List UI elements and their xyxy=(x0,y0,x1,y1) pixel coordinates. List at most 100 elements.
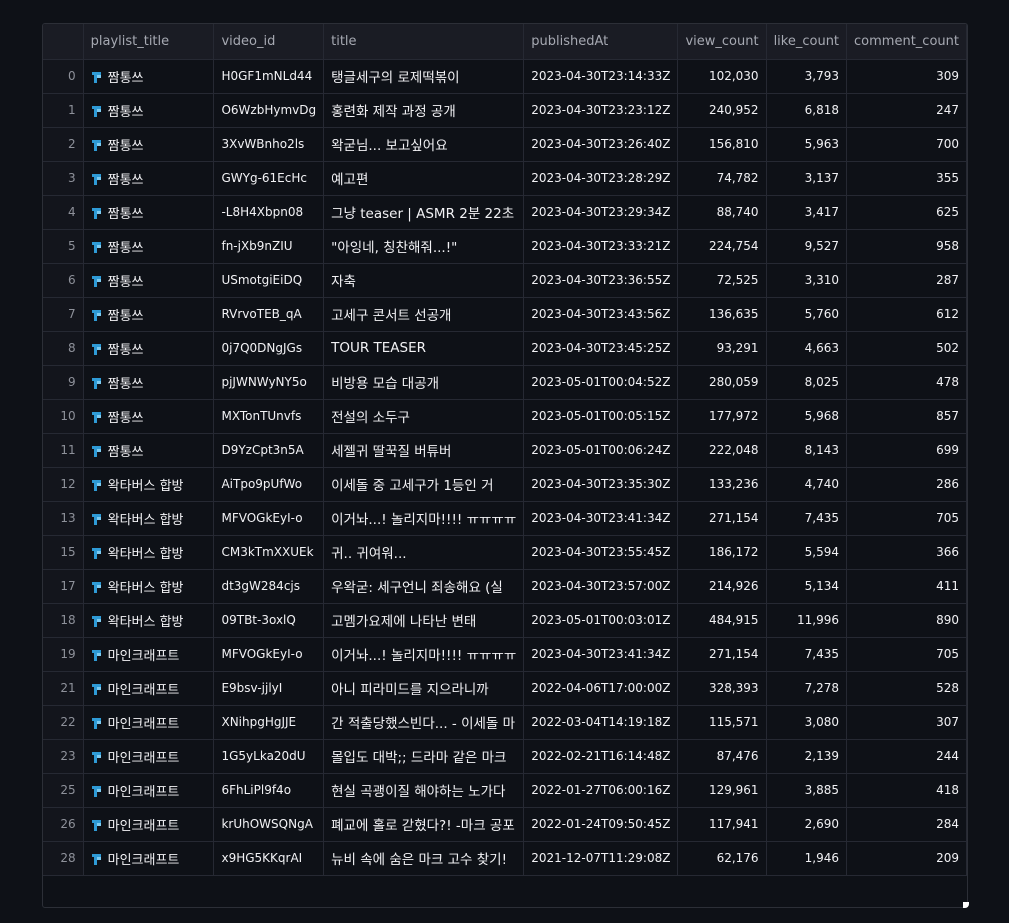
cell-playlist-title[interactable]: 왁타버스 합방 xyxy=(83,603,215,638)
cell-title[interactable]: 고멤가요제에 나타난 변태 xyxy=(323,603,525,638)
table-row[interactable]: 18 왁타버스 합방 09TBt-3oxlQ 고멤가요제에 나타난 변태 2023-05… xyxy=(43,603,967,638)
cell-playlist-title[interactable]: 짬통쓰 xyxy=(83,399,215,434)
cell-comment-count[interactable]: 247 xyxy=(846,93,967,128)
cell-published-at[interactable]: 2022-03-04T14:19:18Z xyxy=(523,705,679,740)
table-row[interactable]: 6 짬통쓰 USmotgiEiDQ 자축 2023-04-30T23:36:55Z 72,… xyxy=(43,263,967,298)
row-index[interactable]: 17 xyxy=(43,569,84,604)
cell-like-count[interactable]: 4,663 xyxy=(766,331,848,366)
cell-published-at[interactable]: 2023-04-30T23:35:30Z xyxy=(523,467,679,502)
cell-view-count[interactable]: 62,176 xyxy=(677,841,767,876)
cell-playlist-title[interactable]: 짬통쓰 xyxy=(83,365,215,400)
cell-like-count[interactable]: 3,885 xyxy=(766,773,848,808)
row-index[interactable]: 11 xyxy=(43,433,84,468)
cell-published-at[interactable]: 2023-04-30T23:41:34Z xyxy=(523,637,679,672)
cell-like-count[interactable]: 2,139 xyxy=(766,739,848,774)
cell-published-at[interactable]: 2023-05-01T00:06:24Z xyxy=(523,433,679,468)
cell-title[interactable]: 이거놔...! 놀리지마!!!! ㅠㅠㅠㅠ xyxy=(323,501,525,536)
column-header-title[interactable]: title xyxy=(323,24,525,60)
cell-video-id[interactable]: x9HG5KKqrAI xyxy=(213,841,325,876)
cell-view-count[interactable]: 115,571 xyxy=(677,705,767,740)
cell-playlist-title[interactable]: 마인크래프트 xyxy=(83,705,215,740)
row-index[interactable]: 12 xyxy=(43,467,84,502)
cell-title[interactable]: 전설의 소두구 xyxy=(323,399,525,434)
row-index[interactable]: 21 xyxy=(43,671,84,706)
cell-published-at[interactable]: 2023-04-30T23:45:25Z xyxy=(523,331,679,366)
cell-like-count[interactable]: 2,690 xyxy=(766,807,848,842)
cell-published-at[interactable]: 2022-01-24T09:50:45Z xyxy=(523,807,679,842)
cell-title[interactable]: 이거놔...! 놀리지마!!!! ㅠㅠㅠㅠ xyxy=(323,637,525,672)
cell-playlist-title[interactable]: 왁타버스 합방 xyxy=(83,535,215,570)
cell-comment-count[interactable]: 705 xyxy=(846,501,967,536)
table-row[interactable]: 15 왁타버스 합방 CM3kTmXXUEk 귀.. 귀여워... 2023-04-30… xyxy=(43,535,967,570)
cell-playlist-title[interactable]: 마인크래프트 xyxy=(83,773,215,808)
cell-view-count[interactable]: 186,172 xyxy=(677,535,767,570)
cell-comment-count[interactable]: 418 xyxy=(846,773,967,808)
cell-comment-count[interactable]: 705 xyxy=(846,637,967,672)
cell-video-id[interactable]: -L8H4Xbpn08 xyxy=(213,195,325,230)
cell-like-count[interactable]: 3,417 xyxy=(766,195,848,230)
cell-video-id[interactable]: RVrvoTEB_qA xyxy=(213,297,325,332)
cell-comment-count[interactable]: 366 xyxy=(846,535,967,570)
table-row[interactable]: 4 짬통쓰 -L8H4Xbpn08 그냥 teaser | ASMR 2분 22초 20… xyxy=(43,195,967,230)
cell-title[interactable]: 몰입도 대박;; 드라마 같은 마크 xyxy=(323,739,525,774)
cell-view-count[interactable]: 133,236 xyxy=(677,467,767,502)
row-index[interactable]: 3 xyxy=(43,161,84,196)
cell-like-count[interactable]: 4,740 xyxy=(766,467,848,502)
cell-title[interactable]: 세젤귀 딸꾹질 버튜버 xyxy=(323,433,525,468)
cell-title[interactable]: 자축 xyxy=(323,263,525,298)
row-index[interactable]: 15 xyxy=(43,535,84,570)
cell-video-id[interactable]: H0GF1mNLd44 xyxy=(213,59,325,94)
cell-video-id[interactable]: D9YzCpt3n5A xyxy=(213,433,325,468)
cell-comment-count[interactable]: 700 xyxy=(846,127,967,162)
cell-like-count[interactable]: 7,278 xyxy=(766,671,848,706)
cell-playlist-title[interactable]: 왁타버스 합방 xyxy=(83,501,215,536)
cell-published-at[interactable]: 2023-04-30T23:41:34Z xyxy=(523,501,679,536)
cell-playlist-title[interactable]: 마인크래프트 xyxy=(83,637,215,672)
cell-comment-count[interactable]: 307 xyxy=(846,705,967,740)
row-index[interactable]: 23 xyxy=(43,739,84,774)
resize-handle[interactable] xyxy=(963,902,969,908)
dataframe-grid[interactable]: playlist_title video_id title publishedA… xyxy=(42,23,968,908)
row-index[interactable]: 2 xyxy=(43,127,84,162)
cell-video-id[interactable]: pjJWNWyNY5o xyxy=(213,365,325,400)
cell-video-id[interactable]: CM3kTmXXUEk xyxy=(213,535,325,570)
cell-like-count[interactable]: 5,134 xyxy=(766,569,848,604)
cell-title[interactable]: "아잉네, 칭찬해줘...!" xyxy=(323,229,525,264)
cell-like-count[interactable]: 11,996 xyxy=(766,603,848,638)
cell-like-count[interactable]: 3,137 xyxy=(766,161,848,196)
row-index[interactable]: 1 xyxy=(43,93,84,128)
cell-comment-count[interactable]: 890 xyxy=(846,603,967,638)
cell-playlist-title[interactable]: 마인크래프트 xyxy=(83,807,215,842)
cell-video-id[interactable]: MXTonTUnvfs xyxy=(213,399,325,434)
cell-published-at[interactable]: 2023-04-30T23:33:21Z xyxy=(523,229,679,264)
cell-video-id[interactable]: O6WzbHymvDg xyxy=(213,93,325,128)
cell-video-id[interactable]: fn-jXb9nZIU xyxy=(213,229,325,264)
cell-video-id[interactable]: dt3gW284cjs xyxy=(213,569,325,604)
cell-view-count[interactable]: 87,476 xyxy=(677,739,767,774)
table-row[interactable]: 0 짬통쓰 H0GF1mNLd44 탱글세구의 로제떡볶이 2023-04-30T23:… xyxy=(43,59,967,94)
table-row[interactable]: 28 마인크래프트 x9HG5KKqrAI 뉴비 속에 숨은 마크 고수 찾기! 202… xyxy=(43,841,967,876)
cell-video-id[interactable]: krUhOWSQNgA xyxy=(213,807,325,842)
cell-comment-count[interactable]: 625 xyxy=(846,195,967,230)
cell-title[interactable]: 귀.. 귀여워... xyxy=(323,535,525,570)
cell-playlist-title[interactable]: 짬통쓰 xyxy=(83,161,215,196)
cell-view-count[interactable]: 484,915 xyxy=(677,603,767,638)
column-header-like-count[interactable]: like_count xyxy=(766,24,848,60)
cell-published-at[interactable]: 2023-04-30T23:36:55Z xyxy=(523,263,679,298)
table-row[interactable]: 10 짬통쓰 MXTonTUnvfs 전설의 소두구 2023-05-01T00:05:… xyxy=(43,399,967,434)
cell-published-at[interactable]: 2023-04-30T23:43:56Z xyxy=(523,297,679,332)
cell-playlist-title[interactable]: 짬통쓰 xyxy=(83,297,215,332)
cell-title[interactable]: 이세돌 중 고세구가 1등인 거 xyxy=(323,467,525,502)
cell-playlist-title[interactable]: 왁타버스 합방 xyxy=(83,569,215,604)
row-index[interactable]: 26 xyxy=(43,807,84,842)
cell-published-at[interactable]: 2023-05-01T00:03:01Z xyxy=(523,603,679,638)
cell-comment-count[interactable]: 355 xyxy=(846,161,967,196)
cell-like-count[interactable]: 6,818 xyxy=(766,93,848,128)
row-index[interactable]: 13 xyxy=(43,501,84,536)
table-row[interactable]: 3 짬통쓰 GWYg-61EcHc 예고편 2023-04-30T23:28:29Z 74… xyxy=(43,161,967,196)
table-row[interactable]: 11 짬통쓰 D9YzCpt3n5A 세젤귀 딸꾹질 버튜버 2023-05-01T00… xyxy=(43,433,967,468)
cell-playlist-title[interactable]: 짬통쓰 xyxy=(83,59,215,94)
cell-playlist-title[interactable]: 짬통쓰 xyxy=(83,93,215,128)
cell-published-at[interactable]: 2023-04-30T23:29:34Z xyxy=(523,195,679,230)
cell-view-count[interactable]: 177,972 xyxy=(677,399,767,434)
